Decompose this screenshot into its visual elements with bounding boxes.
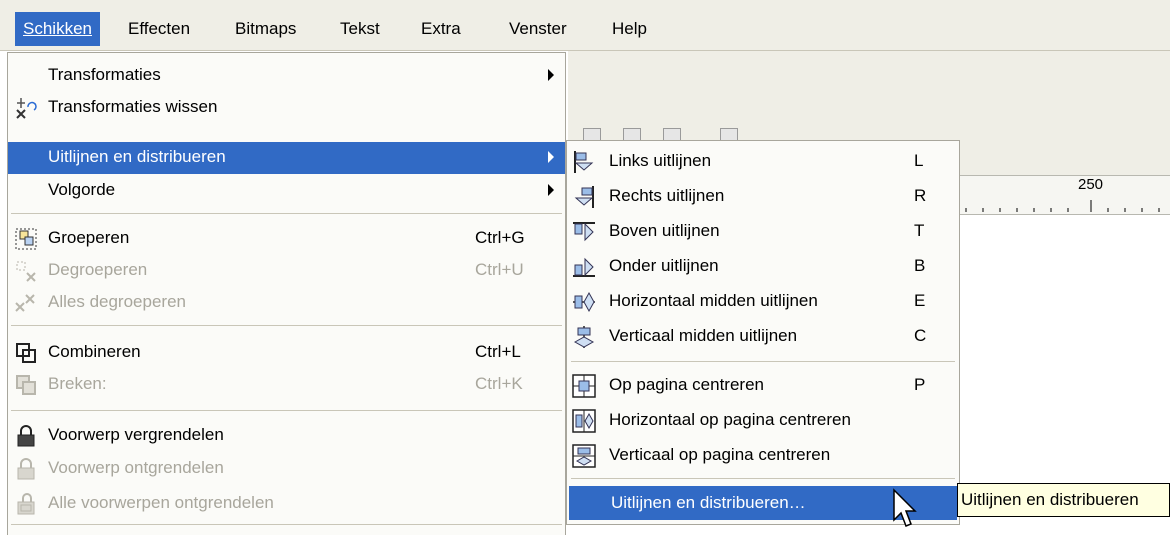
menu-item-label: Combineren xyxy=(48,342,141,361)
shortcut-key: L xyxy=(914,151,924,170)
menu-item-label: Transformaties xyxy=(48,65,161,84)
unlock-all-icon xyxy=(17,493,35,515)
submenu-item-label: Uitlijnen en distribueren… xyxy=(611,493,806,512)
align-left-icon xyxy=(574,151,594,173)
align-horizontal-center-icon xyxy=(573,291,595,313)
submenu-arrow-icon xyxy=(548,184,554,196)
submenu-item-label: Verticaal midden uitlijnen xyxy=(609,326,798,345)
schikken-menu: Transformaties Transformaties wissen Uit… xyxy=(7,52,566,535)
menu-item-label: Degroeperen xyxy=(48,260,148,279)
submenu-item-onder-uitlijnen[interactable]: Onder uitlijnen B xyxy=(567,249,959,283)
unlock-icon xyxy=(17,458,35,480)
horizontal-ruler: 250 xyxy=(958,175,1170,215)
submenu-item-label: Onder uitlijnen xyxy=(609,256,719,275)
submenu-item-label: Horizontaal op pagina centreren xyxy=(609,410,851,429)
menu-bitmaps[interactable]: Bitmaps xyxy=(227,12,304,46)
submenu-item-label: Verticaal op pagina centreren xyxy=(609,445,831,464)
submenu-separator xyxy=(571,361,955,362)
menu-separator xyxy=(11,213,562,214)
menu-item-uitlijnen-en-distribueren[interactable]: Uitlijnen en distribueren xyxy=(8,142,565,174)
mouse-pointer-icon xyxy=(893,488,917,527)
submenu-item-rechts-uitlijnen[interactable]: Rechts uitlijnen R xyxy=(567,179,959,213)
menu-item-degroeperen: Degroeperen Ctrl+U xyxy=(8,255,565,287)
submenu-arrow-icon xyxy=(548,69,554,81)
menu-item-alles-degroeperen: Alles degroeperen xyxy=(8,287,565,319)
menu-item-label: Voorwerp vergrendelen xyxy=(48,425,224,444)
submenu-item-horizontaal-midden-uitlijnen[interactable]: Horizontaal midden uitlijnen E xyxy=(567,284,959,318)
menu-item-transformaties[interactable]: Transformaties xyxy=(8,60,565,92)
shortcut-key: B xyxy=(914,256,926,275)
clear-transformations-icon xyxy=(16,98,37,119)
menu-extra[interactable]: Extra xyxy=(413,12,469,46)
submenu-item-label: Boven uitlijnen xyxy=(609,221,720,240)
shortcut-key: E xyxy=(914,291,926,310)
submenu-item-label: Op pagina centreren xyxy=(609,375,764,394)
menu-venster[interactable]: Venster xyxy=(501,12,575,46)
shortcut-label: Ctrl+K xyxy=(475,374,523,393)
shortcut-key: P xyxy=(914,375,926,394)
lock-icon xyxy=(17,425,35,447)
menu-separator xyxy=(11,524,562,525)
submenu-item-verticaal-midden-uitlijnen[interactable]: Verticaal midden uitlijnen C xyxy=(567,319,959,353)
center-horizontal-page-icon xyxy=(572,409,596,433)
menu-item-label: Transformaties wissen xyxy=(48,97,218,116)
break-apart-icon xyxy=(16,375,36,395)
ruler-ticks xyxy=(965,200,1160,212)
submenu-item-label: Links uitlijnen xyxy=(609,151,712,170)
menu-item-label: Alle voorwerpen ontgrendelen xyxy=(48,493,274,512)
menu-item-breken: Breken: Ctrl+K xyxy=(8,369,565,401)
submenu-item-horizontaal-op-pagina-centreren[interactable]: Horizontaal op pagina centreren xyxy=(567,403,959,437)
menu-item-alle-voorwerpen-ontgrendelen: Alle voorwerpen ontgrendelen xyxy=(8,488,565,520)
menu-item-label: Alles degroeperen xyxy=(48,292,186,311)
submenu-item-label: Rechts uitlijnen xyxy=(609,186,725,205)
align-vertical-center-icon xyxy=(573,326,595,348)
menu-item-label: Uitlijnen en distribueren xyxy=(48,147,226,166)
shortcut-key: R xyxy=(914,186,927,205)
align-distribute-submenu: Links uitlijnen L Rechts uitlijnen R Bov… xyxy=(566,140,960,525)
menu-separator xyxy=(11,325,562,326)
center-on-page-icon xyxy=(572,374,596,398)
submenu-item-verticaal-op-pagina-centreren[interactable]: Verticaal op pagina centreren xyxy=(567,438,959,472)
menu-help[interactable]: Help xyxy=(604,12,655,46)
menu-item-label: Breken: xyxy=(48,374,107,393)
menu-item-combineren[interactable]: Combineren Ctrl+L xyxy=(8,337,565,369)
submenu-item-links-uitlijnen[interactable]: Links uitlijnen L xyxy=(567,144,959,178)
combine-icon xyxy=(16,343,36,363)
menu-bar: Schikken Effecten Bitmaps Tekst Extra Ve… xyxy=(0,0,1170,51)
menu-item-groeperen[interactable]: Groeperen Ctrl+G xyxy=(8,223,565,255)
menu-label: Schikken xyxy=(23,19,92,38)
menu-tekst[interactable]: Tekst xyxy=(332,12,388,46)
menu-item-volgorde[interactable]: Volgorde xyxy=(8,175,565,207)
shortcut-key: T xyxy=(914,221,925,240)
menu-item-voorwerp-ontgrendelen: Voorwerp ontgrendelen xyxy=(8,453,565,485)
menu-item-voorwerp-vergrendelen[interactable]: Voorwerp vergrendelen xyxy=(8,420,565,452)
submenu-item-op-pagina-centreren[interactable]: Op pagina centreren P xyxy=(567,368,959,402)
tooltip: Uitlijnen en distribueren xyxy=(957,483,1170,517)
submenu-item-boven-uitlijnen[interactable]: Boven uitlijnen T xyxy=(567,214,959,248)
shortcut-key: C xyxy=(914,326,927,345)
align-bottom-icon xyxy=(573,257,595,277)
menu-item-label: Volgorde xyxy=(48,180,116,199)
shortcut-label: Ctrl+G xyxy=(475,228,525,247)
menu-effecten[interactable]: Effecten xyxy=(120,12,198,46)
menu-separator xyxy=(11,410,562,411)
menu-item-transformaties-wissen[interactable]: Transformaties wissen xyxy=(8,92,565,124)
ungroup-all-icon xyxy=(15,294,35,312)
submenu-arrow-icon xyxy=(548,151,554,163)
submenu-separator xyxy=(571,478,955,479)
submenu-item-label: Horizontaal midden uitlijnen xyxy=(609,291,818,310)
shortcut-label: Ctrl+U xyxy=(475,260,524,279)
align-right-icon xyxy=(574,186,594,208)
ungroup-icon xyxy=(16,261,36,282)
group-icon xyxy=(15,228,37,250)
align-top-icon xyxy=(573,222,595,242)
menu-schikken[interactable]: Schikken xyxy=(15,12,100,46)
ruler-label: 250 xyxy=(1078,176,1104,193)
shortcut-label: Ctrl+L xyxy=(475,342,521,361)
center-vertical-page-icon xyxy=(572,444,596,468)
menu-item-label: Voorwerp ontgrendelen xyxy=(48,458,224,477)
menu-item-label: Groeperen xyxy=(48,228,130,247)
